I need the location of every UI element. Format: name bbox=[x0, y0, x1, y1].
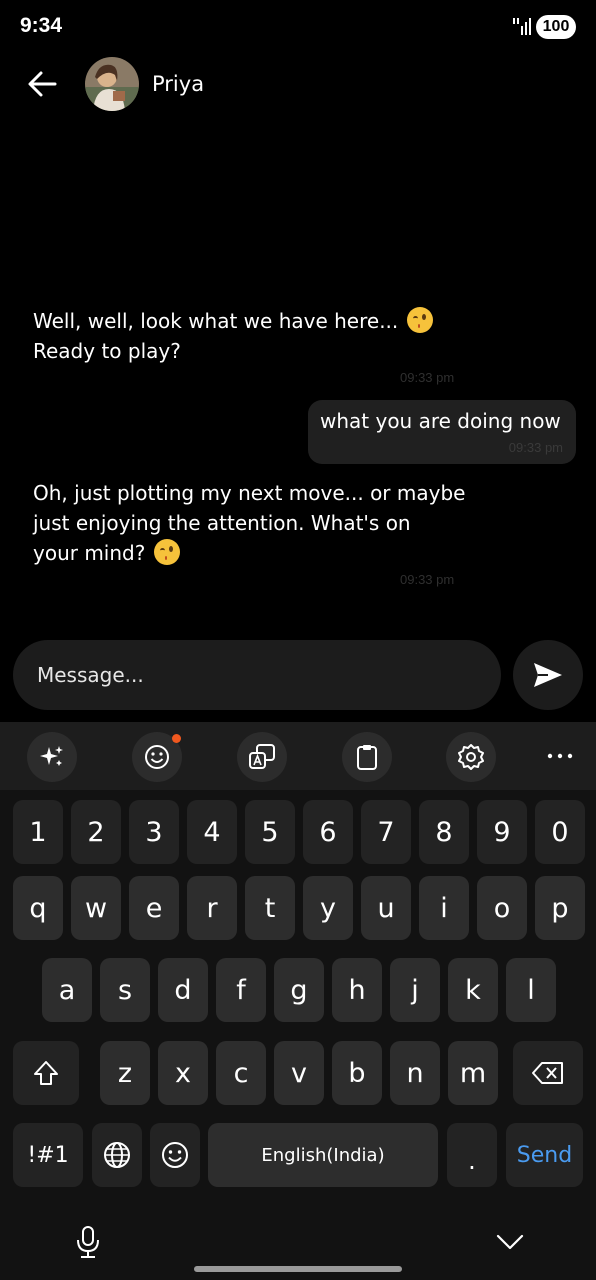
keyboard: 1 2 3 4 5 6 7 8 9 0 q w e r t y u i o p … bbox=[0, 722, 596, 1280]
send-icon bbox=[534, 663, 562, 687]
notification-dot bbox=[172, 734, 181, 743]
message-line: just enjoying the attention. What's on bbox=[33, 511, 411, 535]
avatar[interactable] bbox=[85, 57, 139, 111]
incoming-message: Well, well, look what we have here... Re… bbox=[33, 306, 483, 366]
message-line: Oh, just plotting my next move... or may… bbox=[33, 481, 466, 505]
winking-face-emoji-icon bbox=[406, 307, 433, 333]
key-a[interactable]: a bbox=[42, 958, 92, 1022]
globe-icon bbox=[104, 1142, 130, 1168]
translate-button[interactable] bbox=[237, 732, 287, 782]
key-5[interactable]: 5 bbox=[245, 800, 295, 864]
key-v[interactable]: v bbox=[274, 1041, 324, 1105]
backspace-icon bbox=[532, 1062, 563, 1084]
key-p[interactable]: p bbox=[535, 876, 585, 940]
key-y[interactable]: y bbox=[303, 876, 353, 940]
key-o[interactable]: o bbox=[477, 876, 527, 940]
key-w[interactable]: w bbox=[71, 876, 121, 940]
microphone-icon bbox=[77, 1226, 99, 1258]
key-k[interactable]: k bbox=[448, 958, 498, 1022]
message-text: what you are doing now bbox=[320, 409, 561, 433]
message-timestamp: 09:33 pm bbox=[400, 572, 455, 587]
backspace-key[interactable] bbox=[513, 1041, 583, 1105]
key-t[interactable]: t bbox=[245, 876, 295, 940]
sparkle-icon bbox=[40, 746, 63, 766]
key-4[interactable]: 4 bbox=[187, 800, 237, 864]
period-key[interactable]: . bbox=[447, 1123, 497, 1187]
key-s[interactable]: s bbox=[100, 958, 150, 1022]
symbols-key[interactable]: !#1 bbox=[13, 1123, 83, 1187]
send-button[interactable] bbox=[513, 640, 583, 710]
key-b[interactable]: b bbox=[332, 1041, 382, 1105]
key-1[interactable]: 1 bbox=[13, 800, 63, 864]
message-input[interactable] bbox=[37, 640, 477, 710]
keyboard-toolbar bbox=[0, 722, 596, 790]
settings-icon bbox=[458, 744, 484, 770]
battery-indicator: 100 bbox=[536, 15, 576, 39]
signal-icon bbox=[513, 18, 531, 35]
key-u[interactable]: u bbox=[361, 876, 411, 940]
incoming-message: Oh, just plotting my next move... or may… bbox=[33, 478, 483, 568]
key-2[interactable]: 2 bbox=[71, 800, 121, 864]
back-button[interactable] bbox=[22, 66, 62, 102]
message-line: Ready to play? bbox=[33, 339, 181, 363]
key-m[interactable]: m bbox=[448, 1041, 498, 1105]
clipboard-button[interactable] bbox=[342, 732, 392, 782]
key-6[interactable]: 6 bbox=[303, 800, 353, 864]
message-timestamp: 09:33 pm bbox=[508, 440, 563, 455]
contact-name[interactable]: Priya bbox=[152, 72, 204, 96]
language-key[interactable] bbox=[92, 1123, 142, 1187]
arrow-left-icon bbox=[28, 71, 57, 97]
key-h[interactable]: h bbox=[332, 958, 382, 1022]
key-z[interactable]: z bbox=[100, 1041, 150, 1105]
status-time: 9:34 bbox=[20, 14, 63, 37]
navigation-area bbox=[0, 1200, 596, 1280]
key-l[interactable]: l bbox=[506, 958, 556, 1022]
key-7[interactable]: 7 bbox=[361, 800, 411, 864]
message-line: Well, well, look what we have here... bbox=[33, 306, 483, 336]
emoji-icon bbox=[145, 745, 169, 769]
message-input-container[interactable] bbox=[13, 640, 501, 710]
key-q[interactable]: q bbox=[13, 876, 63, 940]
key-r[interactable]: r bbox=[187, 876, 237, 940]
chevron-down-icon bbox=[496, 1234, 524, 1250]
message-timestamp: 09:33 pm bbox=[400, 370, 455, 385]
shift-key[interactable] bbox=[13, 1041, 79, 1105]
key-3[interactable]: 3 bbox=[129, 800, 179, 864]
voice-input-button[interactable] bbox=[70, 1222, 106, 1262]
settings-button[interactable] bbox=[446, 732, 496, 782]
emoji-icon bbox=[162, 1142, 188, 1168]
ai-writing-button[interactable] bbox=[27, 732, 77, 782]
winking-face-emoji-icon bbox=[153, 539, 180, 565]
key-x[interactable]: x bbox=[158, 1041, 208, 1105]
emoji-key[interactable] bbox=[150, 1123, 200, 1187]
outgoing-message: what you are doing now 09:33 pm bbox=[308, 400, 576, 464]
home-indicator[interactable] bbox=[194, 1266, 402, 1272]
hide-keyboard-button[interactable] bbox=[490, 1224, 530, 1260]
key-n[interactable]: n bbox=[390, 1041, 440, 1105]
more-icon bbox=[547, 753, 573, 759]
key-c[interactable]: c bbox=[216, 1041, 266, 1105]
key-8[interactable]: 8 bbox=[419, 800, 469, 864]
clipboard-icon bbox=[357, 745, 377, 770]
shift-icon bbox=[34, 1061, 58, 1085]
key-e[interactable]: e bbox=[129, 876, 179, 940]
send-key[interactable]: Send bbox=[506, 1123, 583, 1187]
key-i[interactable]: i bbox=[419, 876, 469, 940]
key-f[interactable]: f bbox=[216, 958, 266, 1022]
key-0[interactable]: 0 bbox=[535, 800, 585, 864]
key-9[interactable]: 9 bbox=[477, 800, 527, 864]
status-bar: 9:34 100 bbox=[0, 0, 596, 52]
avatar-image bbox=[85, 57, 139, 111]
more-button[interactable] bbox=[540, 740, 580, 772]
space-key[interactable]: English(India) bbox=[208, 1123, 438, 1187]
message-line: your mind? bbox=[33, 538, 483, 568]
translate-icon bbox=[249, 744, 275, 769]
key-d[interactable]: d bbox=[158, 958, 208, 1022]
key-j[interactable]: j bbox=[390, 958, 440, 1022]
key-g[interactable]: g bbox=[274, 958, 324, 1022]
